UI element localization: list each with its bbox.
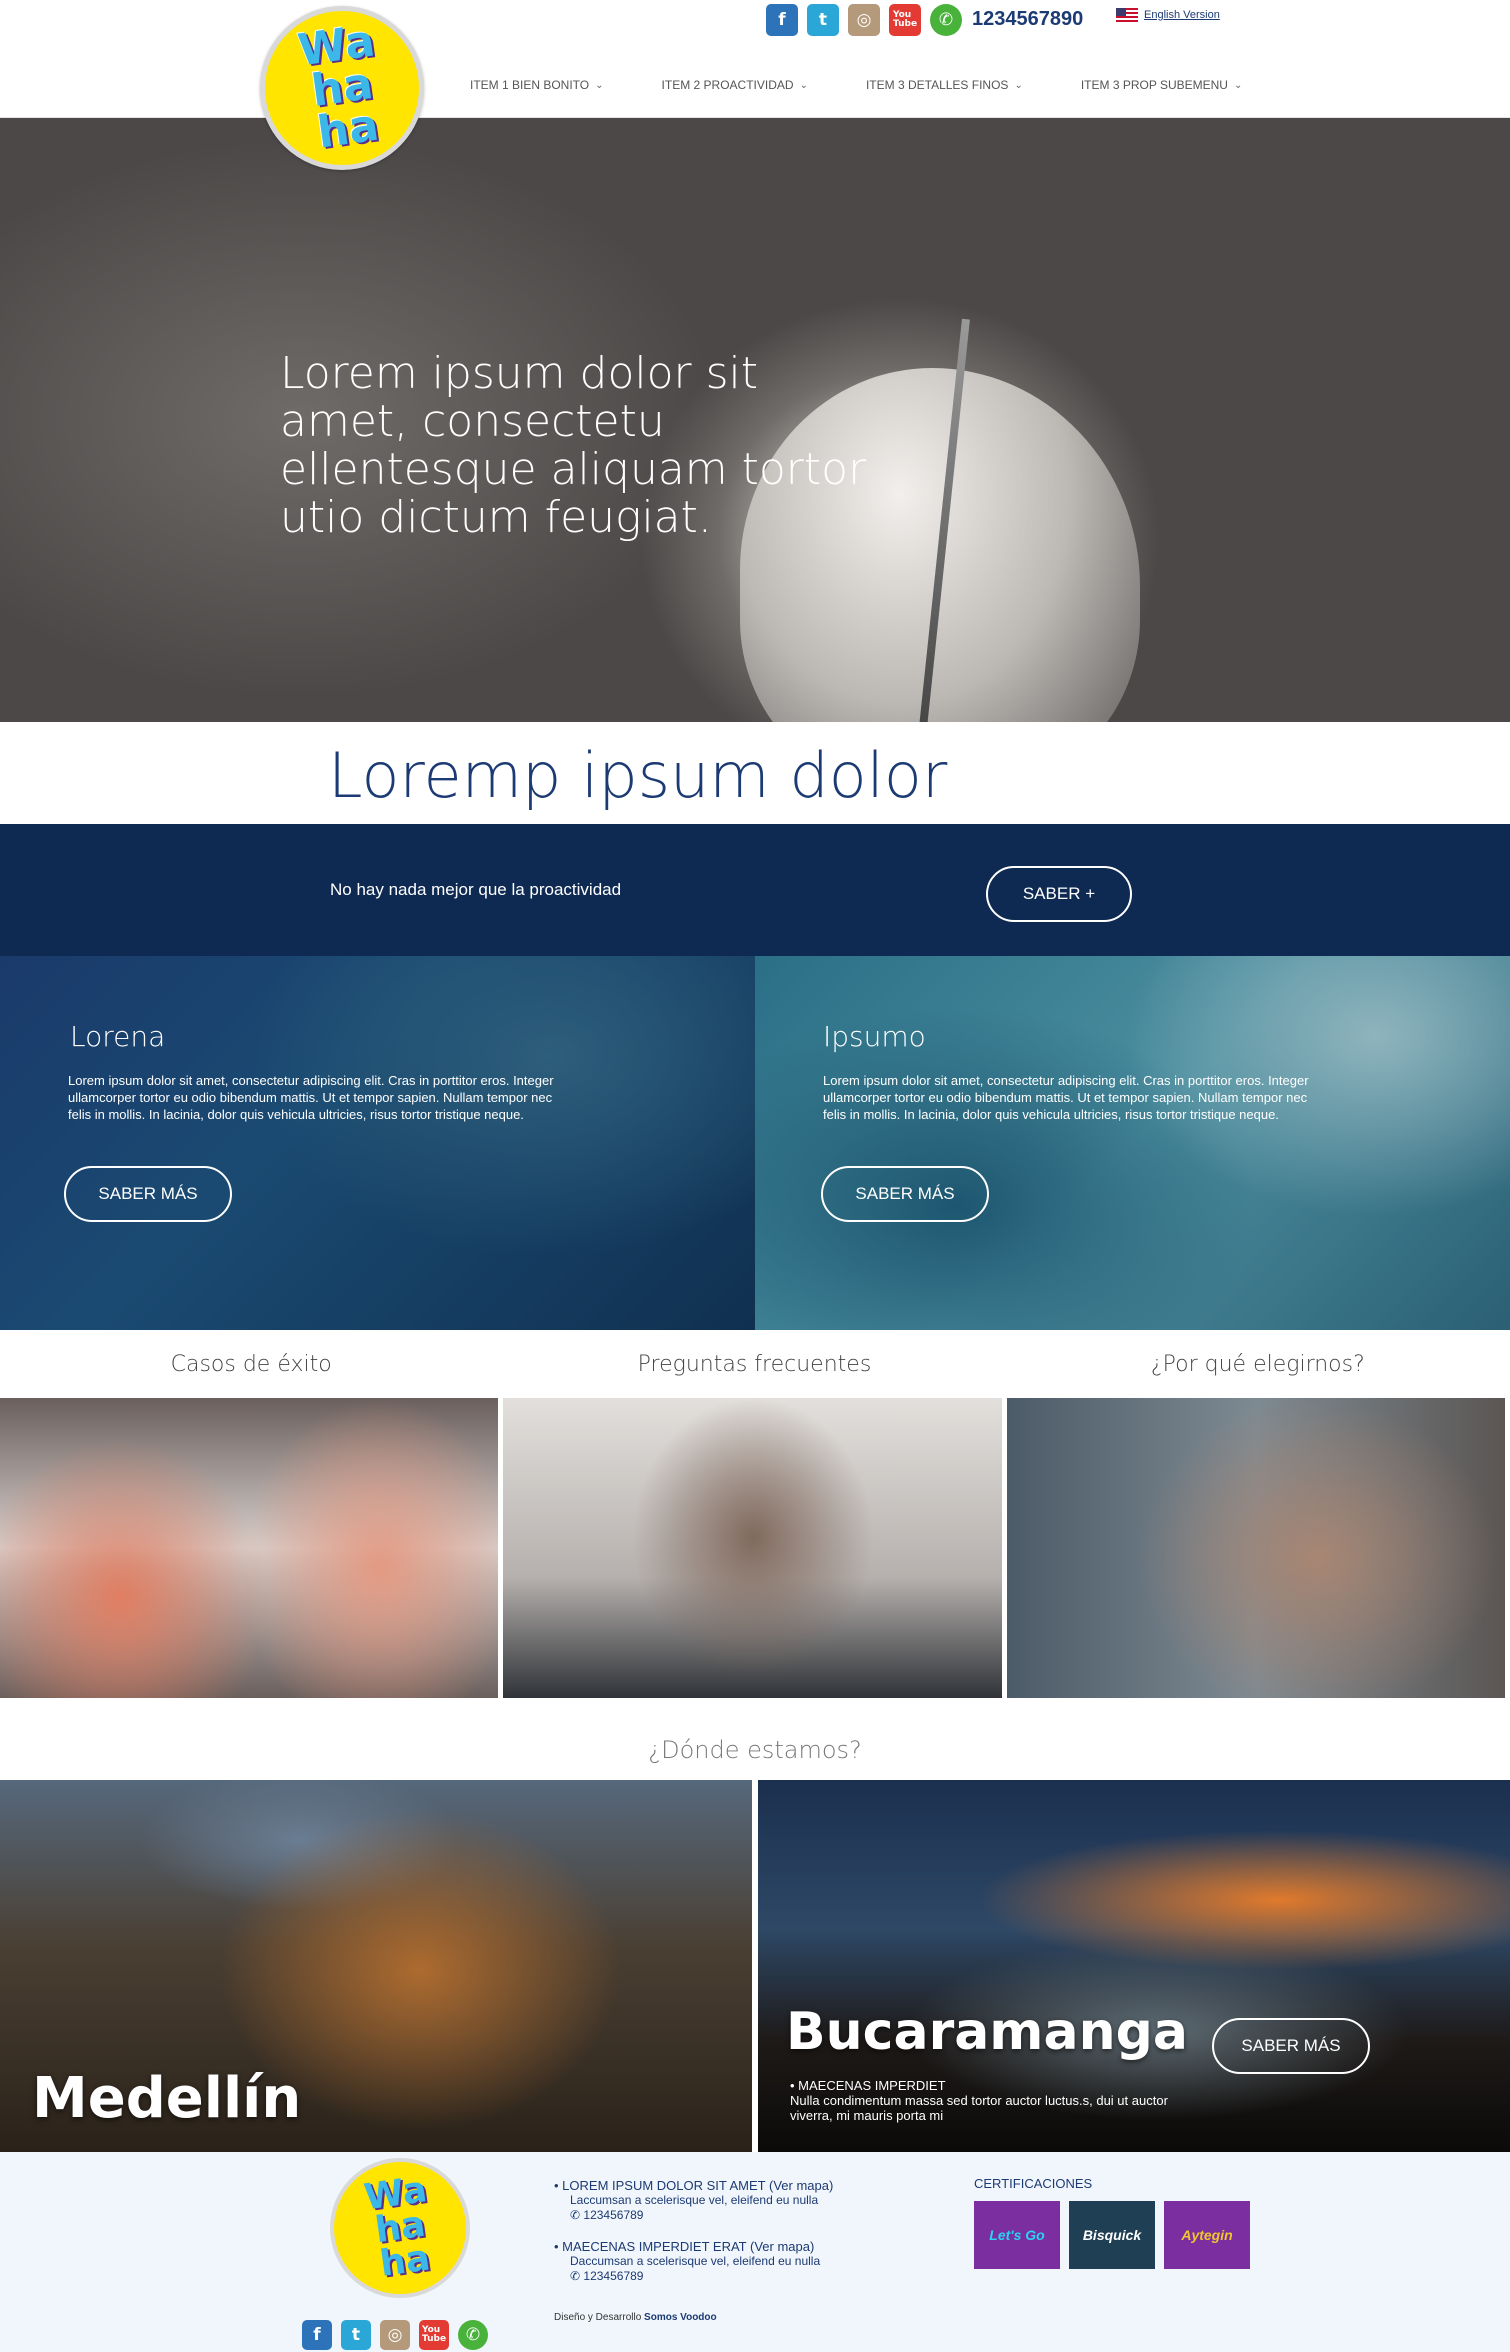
panel-title: Lorena xyxy=(70,1020,166,1053)
feature-panel-lorena: Lorena Lorem ipsum dolor sit amet, conse… xyxy=(0,956,755,1330)
certifications: CERTIFICACIONES Let's Go Bisquick Aytegi… xyxy=(974,2176,1250,2269)
card-image[interactable] xyxy=(0,1398,499,1698)
card-preguntas[interactable]: Preguntas frecuentes xyxy=(503,1350,1005,1698)
main-nav: ITEM 1 BIEN BONITO ⌄ ITEM 2 PROACTIVIDAD ⌄… xyxy=(470,78,1300,92)
locations-title: ¿Dónde estamos? xyxy=(648,1736,862,1764)
card-por-que[interactable]: ¿Por qué elegirnos? xyxy=(1006,1350,1509,1698)
credit-link[interactable]: Somos Voodoo xyxy=(644,2312,717,2323)
location-description: • MAECENAS IMPERDIET Nulla condimentum m… xyxy=(790,2078,1210,2123)
phone-icon: ✆ xyxy=(570,2269,581,2283)
footer-logo[interactable]: Wa ha ha xyxy=(330,2158,470,2298)
info-cards: Casos de éxito Preguntas frecuentes ¿Por… xyxy=(0,1350,1510,1698)
cert-logo: Aytegin xyxy=(1164,2201,1250,2269)
facebook-icon[interactable]: f xyxy=(766,4,798,36)
site-header: f t ◎ You Tube ✆ 1234567890 English Versi… xyxy=(0,0,1510,118)
logo-wordmark: Wa ha ha xyxy=(294,15,382,159)
chevron-down-icon: ⌄ xyxy=(1233,79,1243,91)
location-desc-title: • MAECENAS IMPERDIET xyxy=(790,2078,946,2093)
nav-item-1[interactable]: ITEM 1 BIEN BONITO ⌄ xyxy=(470,78,604,92)
footer-social-links: f t ◎ You Tube ✆ xyxy=(302,2320,488,2350)
feature-panels: Lorena Lorem ipsum dolor sit amet, conse… xyxy=(0,956,1510,1330)
phone-icon: ✆ xyxy=(570,2208,581,2222)
card-casos-exito[interactable]: Casos de éxito xyxy=(0,1350,502,1698)
hero-banner: Lorem ipsum dolor sit amet, consectetu e… xyxy=(0,118,1510,722)
location-bucaramanga[interactable]: Bucaramanga • MAECENAS IMPERDIET Nulla c… xyxy=(758,1780,1510,2152)
footer-addresses: • LOREM IPSUM DOLOR SIT AMET (Ver mapa) … xyxy=(554,2178,884,2300)
us-flag-icon xyxy=(1116,8,1138,22)
address-block: • LOREM IPSUM DOLOR SIT AMET (Ver mapa) … xyxy=(554,2178,834,2222)
chevron-down-icon: ⌄ xyxy=(1014,79,1023,91)
nav-item-4[interactable]: ITEM 3 PROP SUBEMENU ⌄ xyxy=(1081,78,1243,92)
footer-credit: Diseño y Desarrollo Somos Voodoo xyxy=(554,2312,717,2323)
twitter-icon[interactable]: t xyxy=(807,4,839,36)
map-link[interactable]: (Ver mapa) xyxy=(750,2239,814,2254)
card-image[interactable] xyxy=(503,1398,1002,1698)
panel-saber-mas-button[interactable]: SABER MÁS xyxy=(64,1166,232,1222)
location-saber-mas-button[interactable]: SABER MÁS xyxy=(1212,2018,1370,2074)
card-label: Casos de éxito xyxy=(170,1352,332,1377)
youtube-icon[interactable]: You Tube xyxy=(889,4,921,36)
cert-logo: Let's Go xyxy=(974,2201,1060,2269)
chevron-down-icon: ⌄ xyxy=(799,79,808,91)
cta-text: No hay nada mejor que la proactividad xyxy=(330,880,622,899)
location-desc-text: Nulla condimentum massa sed tortor aucto… xyxy=(790,2093,1168,2123)
whatsapp-icon[interactable]: ✆ xyxy=(458,2320,488,2350)
cta-bar: No hay nada mejor que la proactividad SA… xyxy=(0,824,1510,956)
language-switch[interactable]: English Version xyxy=(1116,8,1220,22)
chevron-down-icon: ⌄ xyxy=(595,79,604,91)
site-footer: Wa ha ha f t ◎ You Tube ✆ • LOREM IPSUM DOL… xyxy=(0,2152,1510,2352)
logo-wordmark: Wa ha ha xyxy=(361,2169,433,2285)
instagram-icon[interactable]: ◎ xyxy=(848,4,880,36)
address-block: • MAECENAS IMPERDIET ERAT (Ver mapa) Dac… xyxy=(554,2239,821,2283)
panel-saber-mas-button[interactable]: SABER MÁS xyxy=(821,1166,989,1222)
card-label: ¿Por qué elegirnos? xyxy=(1150,1352,1365,1377)
hero-headline: Lorem ipsum dolor sit amet, consectetu e… xyxy=(280,348,867,543)
instagram-icon[interactable]: ◎ xyxy=(380,2320,410,2350)
locations: Medellín Bucaramanga • MAECENAS IMPERDIE… xyxy=(0,1780,1510,2152)
nav-item-3[interactable]: ITEM 3 DETALLES FINOS ⌄ xyxy=(866,78,1023,92)
header-social-links: f t ◎ You Tube ✆ xyxy=(766,4,962,36)
location-name: Medellín xyxy=(32,2066,302,2131)
card-image[interactable] xyxy=(1006,1398,1505,1698)
site-logo[interactable]: Wa ha ha xyxy=(260,6,424,170)
facebook-icon[interactable]: f xyxy=(302,2320,332,2350)
feature-panel-ipsumo: Ipsumo Lorem ipsum dolor sit amet, conse… xyxy=(755,956,1510,1330)
panel-body: Lorem ipsum dolor sit amet, consectetur … xyxy=(823,1073,1309,1122)
location-medellin[interactable]: Medellín xyxy=(0,1780,752,2152)
whatsapp-icon[interactable]: ✆ xyxy=(930,4,962,36)
saber-more-button[interactable]: SABER + xyxy=(986,866,1132,922)
panel-title: Ipsumo xyxy=(823,1020,926,1053)
language-link[interactable]: English Version xyxy=(1144,9,1220,21)
cert-logo: Bisquick xyxy=(1069,2201,1155,2269)
map-link[interactable]: (Ver mapa) xyxy=(769,2178,833,2193)
location-name: Bucaramanga xyxy=(786,2002,1188,2062)
twitter-icon[interactable]: t xyxy=(341,2320,371,2350)
header-phone[interactable]: 1234567890 xyxy=(972,6,1083,32)
youtube-icon[interactable]: You Tube xyxy=(419,2320,449,2350)
certifications-title: CERTIFICACIONES xyxy=(974,2176,1093,2191)
nav-item-2[interactable]: ITEM 2 PROACTIVIDAD ⌄ xyxy=(662,78,808,92)
panel-body: Lorem ipsum dolor sit amet, consectetur … xyxy=(68,1073,554,1122)
section-title: Loremp ipsum dolor xyxy=(328,739,948,812)
card-label: Preguntas frecuentes xyxy=(637,1352,872,1377)
